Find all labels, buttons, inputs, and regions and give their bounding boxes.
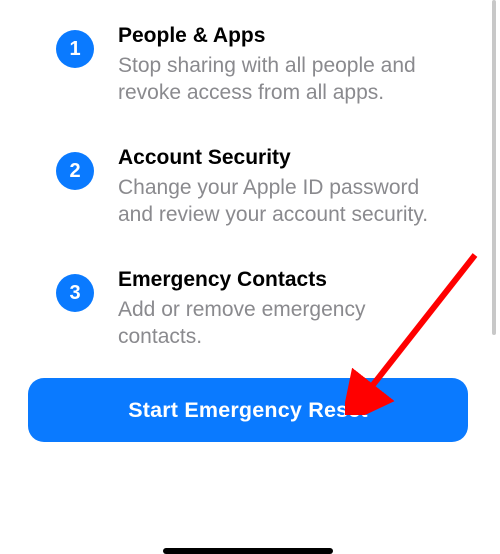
step-3-desc: Add or remove emergency contacts. xyxy=(118,296,440,350)
steps-list: 1 People & Apps Stop sharing with all pe… xyxy=(0,0,496,350)
start-emergency-reset-button[interactable]: Start Emergency Reset xyxy=(28,378,468,442)
step-1-desc: Stop sharing with all people and revoke … xyxy=(118,52,440,106)
cta-label: Start Emergency Reset xyxy=(128,398,368,423)
step-3-text: Emergency Contacts Add or remove emergen… xyxy=(118,266,440,350)
step-2-title: Account Security xyxy=(118,144,440,172)
step-1: 1 People & Apps Stop sharing with all pe… xyxy=(56,22,440,106)
step-1-title: People & Apps xyxy=(118,22,440,50)
step-3-title: Emergency Contacts xyxy=(118,266,440,294)
step-badge-3: 3 xyxy=(56,274,94,312)
home-indicator xyxy=(163,548,333,554)
step-3: 3 Emergency Contacts Add or remove emerg… xyxy=(56,266,440,350)
step-2-desc: Change your Apple ID password and review… xyxy=(118,174,440,228)
step-badge-2: 2 xyxy=(56,152,94,190)
scrollbar[interactable] xyxy=(492,0,496,335)
step-badge-1: 1 xyxy=(56,30,94,68)
step-2: 2 Account Security Change your Apple ID … xyxy=(56,144,440,228)
step-1-text: People & Apps Stop sharing with all peop… xyxy=(118,22,440,106)
safety-check-screen: 1 People & Apps Stop sharing with all pe… xyxy=(0,0,496,554)
step-2-text: Account Security Change your Apple ID pa… xyxy=(118,144,440,228)
